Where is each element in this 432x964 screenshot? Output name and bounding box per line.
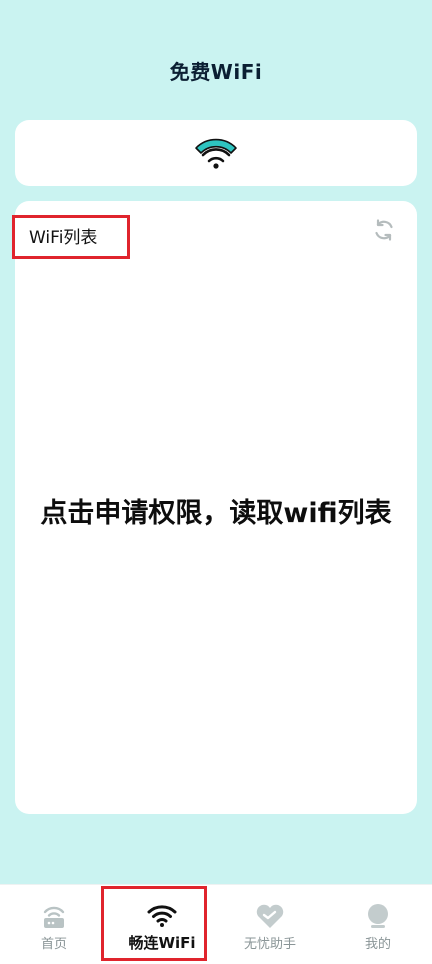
router-icon [39,903,69,929]
wifi-list-title: WiFi列表 [29,228,98,248]
wifi-status-banner[interactable] [15,120,417,186]
user-icon [363,903,393,929]
tab-connect-wifi[interactable]: 畅连WiFi [108,885,216,964]
tab-home[interactable]: 首页 [0,885,108,964]
wifi-icon [195,138,237,169]
tab-label: 无忧助手 [243,937,296,952]
app-screen: 免费WiFi WiFi列表 点击申请权限，读取wifi列表 首页 畅连WiFi … [0,0,432,964]
wifi-icon [147,903,177,929]
tab-label: 畅连WiFi [128,934,196,952]
refresh-icon[interactable] [372,218,396,242]
wifi-list-card: WiFi列表 点击申请权限，读取wifi列表 [12,201,417,814]
tab-profile[interactable]: 我的 [324,885,432,964]
tab-label: 首页 [40,937,67,952]
bottom-tab-bar: 首页 畅连WiFi 无忧助手 我的 [0,884,432,964]
tab-assistant[interactable]: 无忧助手 [216,885,324,964]
heart-shield-icon [255,903,285,929]
page-title: 免费WiFi [169,60,263,84]
tab-label: 我的 [364,937,391,952]
request-permission-prompt[interactable]: 点击申请权限，读取wifi列表 [15,491,417,530]
